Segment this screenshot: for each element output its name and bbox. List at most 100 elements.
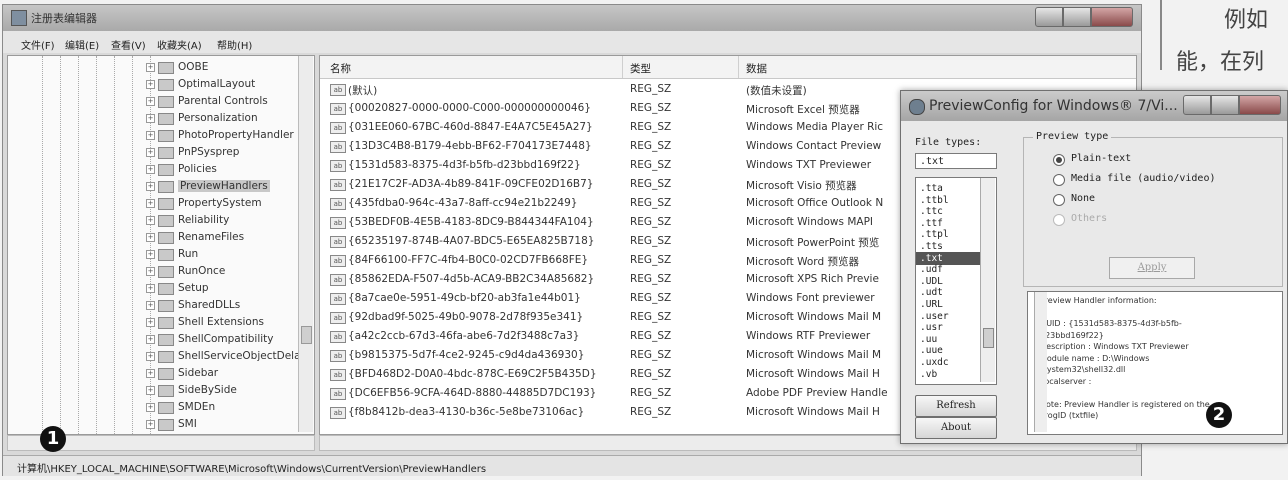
list-header: 名称 类型 数据	[320, 56, 1136, 79]
value-data: Microsoft PowerPoint 预览	[746, 237, 880, 249]
column-type[interactable]: 类型	[630, 61, 651, 76]
preview-handler-info: Preview Handler information: GUID : {1531…	[1027, 291, 1283, 435]
expand-toggle[interactable]: +	[146, 352, 155, 361]
value-type: REG_SZ	[630, 311, 672, 323]
menu-file[interactable]: 文件(F)	[21, 37, 55, 52]
dialog-minimize-button[interactable]	[1183, 95, 1211, 115]
file-types-scrollbar[interactable]	[980, 178, 995, 382]
previewconfig-app-icon	[909, 99, 925, 115]
expand-toggle[interactable]: +	[146, 386, 155, 395]
expand-toggle[interactable]: +	[146, 420, 155, 429]
dialog-title: PreviewConfig for Windows® 7/Vi...	[929, 98, 1178, 114]
expand-toggle[interactable]: +	[146, 318, 155, 327]
value-data: Windows Font previewer	[746, 292, 875, 304]
registry-app-icon	[11, 10, 27, 26]
tree-item-label: SMDEn	[178, 401, 216, 413]
expand-toggle[interactable]: +	[146, 403, 155, 412]
file-types-list[interactable]: .tta .ttbl .ttc .ttf .ttpl .tts .txt .udf .UDL .u…	[915, 177, 997, 385]
dialog-close-button[interactable]	[1239, 95, 1281, 115]
value-data: Microsoft Windows Mail M	[746, 349, 882, 361]
value-name: {DC6EFB56-9CFA-464D-8880-44885D7DC193}	[348, 387, 597, 399]
dialog-maximize-button[interactable]	[1211, 95, 1239, 115]
folder-icon	[158, 249, 174, 261]
menu-edit[interactable]: 编辑(E)	[65, 37, 99, 52]
radio-dot[interactable]	[1053, 154, 1065, 166]
key-tree[interactable]: + OOBE + OptimalLayout + Parental Controls + Pe…	[7, 55, 315, 435]
about-button[interactable]: About	[915, 417, 997, 439]
dialog-title-bar: PreviewConfig for Windows® 7/Vi...	[901, 91, 1287, 121]
value-data: Microsoft Word 预览器	[746, 256, 859, 268]
string-value-icon: ab	[330, 217, 346, 229]
value-name: {92dbad9f-5025-49b0-9078-2d78f935e341}	[348, 311, 584, 323]
value-type: REG_SZ	[630, 140, 672, 152]
column-data[interactable]: 数据	[746, 61, 767, 76]
radio-label: Plain-text	[1071, 153, 1132, 164]
refresh-button[interactable]: Refresh	[915, 395, 997, 417]
expand-toggle[interactable]: +	[146, 284, 155, 293]
tree-item-label: SideBySide	[178, 384, 237, 396]
tree-scroll-thumb[interactable]	[301, 326, 312, 344]
radio-label: None	[1071, 193, 1096, 204]
expand-toggle[interactable]: +	[146, 114, 155, 123]
tree-item-label: ShellServiceObjectDela	[178, 350, 301, 362]
title-bar: 注册表编辑器	[3, 5, 1141, 31]
expand-toggle[interactable]: +	[146, 131, 155, 140]
minimize-button[interactable]	[1035, 7, 1063, 27]
folder-icon	[158, 147, 174, 159]
expand-toggle[interactable]: +	[146, 250, 155, 259]
info-line: Note: Preview Handler is registered on t…	[1040, 399, 1210, 409]
menu-view[interactable]: 查看(V)	[111, 37, 146, 52]
value-type: REG_SZ	[630, 235, 672, 247]
value-name: {00020827-0000-0000-C000-000000000046}	[348, 102, 591, 114]
file-type-item[interactable]: .vb	[916, 368, 984, 381]
tree-item-label: Reliability	[178, 214, 230, 226]
value-name: {85862EDA-F507-4d5b-ACA9-BB2C34A85682}	[348, 273, 595, 285]
value-name: {031EE060-67BC-460d-8847-E4A7C5E45A27}	[348, 121, 593, 133]
info-scrollbar[interactable]	[1034, 292, 1047, 432]
tree-item-label: PreviewHandlers	[178, 180, 270, 192]
value-type: REG_SZ	[630, 216, 672, 228]
folder-icon	[158, 334, 174, 346]
folder-icon	[158, 79, 174, 91]
menu-help[interactable]: 帮助(H)	[217, 37, 252, 52]
folder-icon	[158, 215, 174, 227]
folder-icon	[158, 181, 174, 193]
value-data: Adobe PDF Preview Handle	[746, 387, 888, 399]
expand-toggle[interactable]: +	[146, 80, 155, 89]
file-types-scroll-thumb[interactable]	[983, 328, 994, 348]
value-name: {a42c2ccb-67d3-46fa-abe6-7d2f3488c7a3}	[348, 330, 580, 342]
value-type: REG_SZ	[630, 83, 672, 95]
apply-button[interactable]: Apply	[1109, 257, 1195, 279]
close-button[interactable]	[1091, 7, 1133, 27]
expand-toggle[interactable]: +	[146, 199, 155, 208]
radio-dot[interactable]	[1053, 194, 1065, 206]
expand-toggle[interactable]: +	[146, 233, 155, 242]
column-name[interactable]: 名称	[330, 61, 351, 76]
maximize-button[interactable]	[1063, 7, 1091, 27]
value-type: REG_SZ	[630, 368, 672, 380]
tree-item-label: PropertySystem	[178, 197, 262, 209]
tree-vertical-scrollbar[interactable]	[298, 56, 313, 432]
expand-toggle[interactable]: +	[146, 301, 155, 310]
radio-dot[interactable]	[1053, 174, 1065, 186]
value-type: REG_SZ	[630, 273, 672, 285]
expand-toggle[interactable]: +	[146, 165, 155, 174]
expand-toggle[interactable]: +	[146, 216, 155, 225]
info-line: Localserver :	[1040, 376, 1092, 386]
expand-toggle[interactable]: +	[146, 63, 155, 72]
previewconfig-dialog: PreviewConfig for Windows® 7/Vi... File …	[900, 90, 1288, 444]
value-data: Microsoft XPS Rich Previe	[746, 273, 879, 285]
expand-toggle[interactable]: +	[146, 267, 155, 276]
folder-icon	[158, 62, 174, 74]
expand-toggle[interactable]: +	[146, 335, 155, 344]
file-type-input[interactable]: .txt	[915, 153, 997, 169]
expand-toggle[interactable]: +	[146, 97, 155, 106]
tree-item-label: Policies	[178, 163, 217, 175]
expand-toggle[interactable]: +	[146, 182, 155, 191]
tree-item-label: ShellCompatibility	[178, 333, 274, 345]
value-type: REG_SZ	[630, 197, 672, 209]
expand-toggle[interactable]: +	[146, 369, 155, 378]
menu-favorites[interactable]: 收藏夹(A)	[157, 37, 202, 52]
expand-toggle[interactable]: +	[146, 148, 155, 157]
value-type: REG_SZ	[630, 178, 672, 190]
